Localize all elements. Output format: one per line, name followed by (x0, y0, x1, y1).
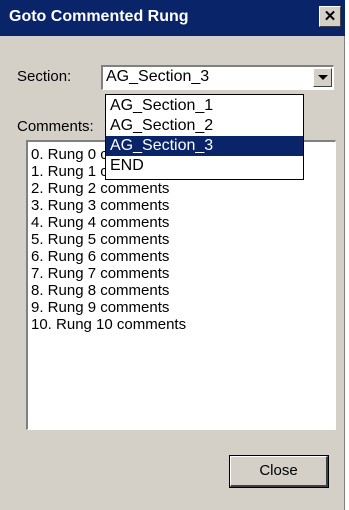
section-dropdown-list: AG_Section_1 AG_Section_2 AG_Section_3 E… (105, 94, 304, 180)
comments-label: Comments: (17, 118, 94, 135)
list-item[interactable]: 9. Rung 9 comments (31, 299, 335, 316)
comments-list[interactable]: 0. Rung 0 comments 1. Rung 1 comments 2.… (26, 140, 336, 430)
section-dropdown-value: AG_Section_3 (106, 68, 210, 85)
dialog-title: Goto Commented Rung (9, 8, 189, 25)
list-item[interactable]: 10. Rung 10 comments (31, 316, 335, 333)
title-bar[interactable]: Goto Commented Rung ✕ (0, 0, 345, 36)
close-icon[interactable]: ✕ (319, 6, 341, 27)
dropdown-option-ag-section-1[interactable]: AG_Section_1 (106, 96, 303, 116)
dropdown-option-end[interactable]: END (106, 156, 303, 176)
section-label: Section: (17, 68, 72, 85)
section-dropdown[interactable]: AG_Section_3 (101, 65, 334, 90)
dropdown-option-ag-section-3[interactable]: AG_Section_3 (106, 136, 303, 156)
list-item[interactable]: 5. Rung 5 comments (31, 231, 335, 248)
close-button[interactable]: Close (229, 455, 329, 488)
list-item[interactable]: 8. Rung 8 comments (31, 282, 335, 299)
dropdown-arrow-button[interactable] (313, 68, 332, 87)
list-item[interactable]: 6. Rung 6 comments (31, 248, 335, 265)
list-item[interactable]: 2. Rung 2 comments (31, 180, 335, 197)
list-item[interactable]: 3. Rung 3 comments (31, 197, 335, 214)
dropdown-option-ag-section-2[interactable]: AG_Section_2 (106, 116, 303, 136)
list-item[interactable]: 4. Rung 4 comments (31, 214, 335, 231)
goto-commented-rung-dialog: Goto Commented Rung ✕ Section: AG_Sectio… (0, 0, 345, 510)
list-item[interactable]: 7. Rung 7 comments (31, 265, 335, 282)
chevron-down-icon (318, 75, 328, 80)
